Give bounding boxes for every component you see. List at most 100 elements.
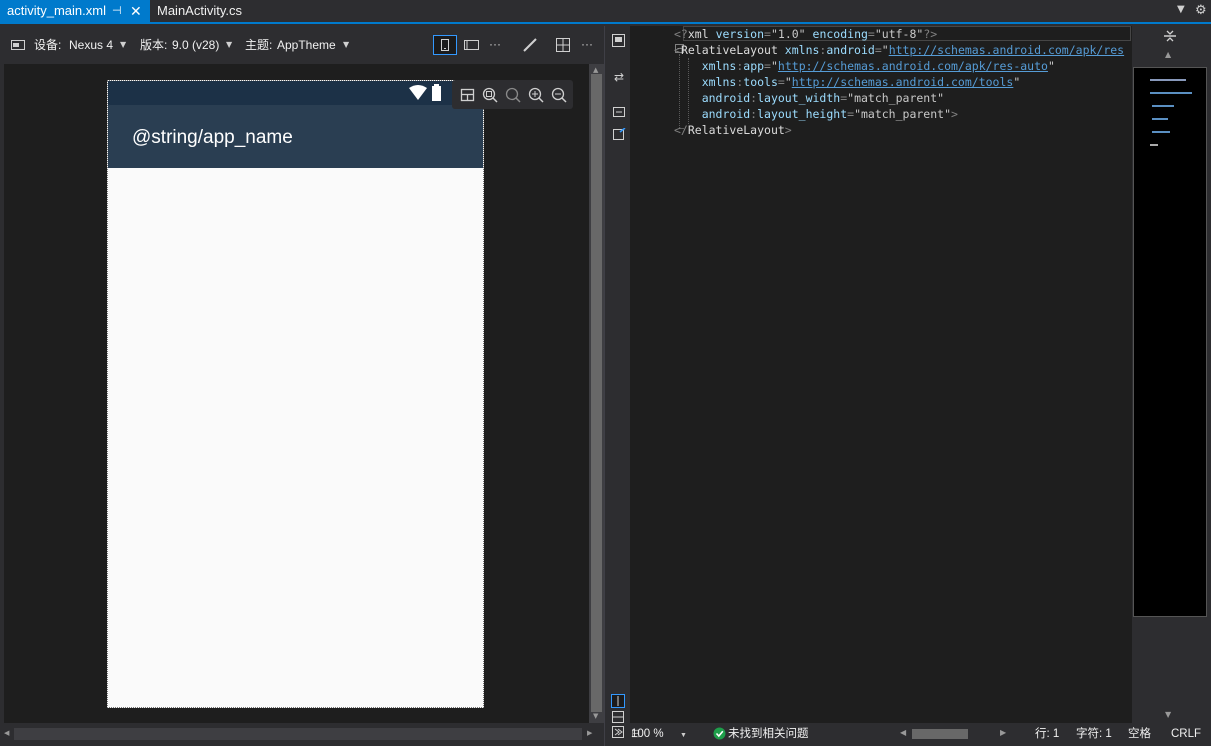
chevron-down-icon[interactable]: ▼ [120, 40, 126, 49]
code-line[interactable]: android:layout_width="match_parent" [674, 90, 1134, 106]
code-minimap[interactable] [1133, 67, 1207, 617]
code-token: "utf-8" [874, 27, 924, 41]
theme-select[interactable]: AppTheme [277, 38, 336, 52]
designer-vertical-scrollbar[interactable]: ▲ ▼ [589, 64, 604, 723]
code-token: "match_parent" [847, 91, 945, 105]
zoom-level-select[interactable]: 100 % [630, 727, 686, 741]
code-token: = [867, 27, 875, 41]
chevron-down-icon[interactable]: ▼ [680, 729, 687, 743]
code-line[interactable]: xmlns:app="http://schemas.android.com/ap… [674, 58, 1134, 74]
theme-label: 主题: [245, 38, 273, 52]
code-token: " [770, 59, 778, 73]
zoom-out-icon[interactable] [550, 86, 568, 104]
code-link[interactable]: http://schemas.android.com/apk/res [889, 43, 1124, 57]
check-circle-icon [713, 727, 726, 740]
close-icon[interactable]: ✕ [130, 0, 142, 22]
code-token: " [1013, 75, 1021, 89]
gear-icon[interactable]: ⚙ [1195, 3, 1207, 18]
pin-icon[interactable]: ⊣ [112, 0, 122, 22]
code-line[interactable]: xmlns:tools="http://schemas.android.com/… [674, 74, 1134, 90]
code-line[interactable]: </RelativeLayout> [674, 122, 1134, 138]
device-icon [11, 40, 25, 50]
split-editor-icon[interactable] [1163, 29, 1177, 43]
designer-horizontal-scrollbar[interactable]: ◀ ▶ [0, 723, 604, 746]
designer-toolbar: 设备: Nexus 4 ▼ 版本: 9.0 (v28) ▼ 主题: AppThe… [0, 26, 604, 64]
zoom-in-icon[interactable] [527, 86, 545, 104]
grid-icon[interactable] [556, 38, 570, 52]
char-number[interactable]: 字符: 1 [1076, 727, 1112, 741]
code-token: layout_width [757, 91, 841, 105]
scrollbar-thumb[interactable] [14, 728, 582, 740]
line-ending[interactable]: CRLF [1171, 727, 1201, 741]
minimap-line [1152, 105, 1174, 107]
scroll-left-icon[interactable]: ◀ [4, 729, 9, 737]
code-token: RelativeLayout [687, 123, 785, 137]
battery-icon [432, 84, 441, 101]
more-options-icon[interactable]: ··· [489, 37, 501, 51]
version-select[interactable]: 9.0 (v28) [172, 38, 219, 52]
issues-status[interactable]: 未找到相关问题 [728, 727, 809, 741]
scroll-right-icon[interactable]: ▶ [587, 729, 592, 737]
xml-code-editor[interactable]: − <?xml version="1.0" encoding="utf-8"?>… [630, 26, 1132, 723]
minimap-line [1152, 131, 1170, 133]
tab-list-dropdown-icon[interactable]: ▼ [1177, 4, 1185, 15]
minimap-line [1150, 92, 1192, 94]
scrollbar-thumb[interactable] [912, 729, 968, 739]
scroll-down-icon[interactable]: ▼ [1165, 710, 1171, 719]
code-line[interactable]: android:layout_height="match_parent"> [674, 106, 1134, 122]
layout-icon[interactable] [459, 86, 477, 104]
swap-panes-icon[interactable]: ⇄ [612, 70, 626, 84]
device-preview[interactable]: @string/app_name [107, 80, 484, 708]
scroll-down-icon[interactable]: ▼ [593, 712, 598, 720]
app-title: @string/app_name [132, 127, 293, 148]
zoom-fit-icon[interactable] [481, 86, 499, 104]
code-token: app [743, 59, 765, 73]
chevron-down-icon[interactable]: ▼ [343, 40, 349, 49]
code-line[interactable]: <?xml version="1.0" encoding="utf-8"?> [674, 26, 1134, 42]
zoom-actual-icon[interactable] [504, 86, 522, 104]
editor-horizontal-scrollbar[interactable]: ◀ ▶ [900, 728, 1006, 740]
code-link[interactable]: http://schemas.android.com/apk/res-auto [778, 59, 1048, 73]
editor-vertical-scrollbar[interactable]: ▲ ▼ [1132, 26, 1211, 723]
scroll-up-icon[interactable]: ▲ [593, 66, 598, 74]
design-view-icon[interactable] [612, 34, 625, 47]
more-options-icon[interactable]: ··· [581, 37, 593, 51]
code-link[interactable]: http://schemas.android.com/tools [792, 75, 1014, 89]
scroll-left-icon[interactable]: ◀ [900, 728, 906, 737]
document-outline-icon[interactable] [613, 128, 626, 140]
chevron-down-icon[interactable]: ▼ [226, 40, 232, 49]
code-token: encoding [812, 27, 868, 41]
editor-status-bar: ⊟ 100 % ▼ 未找到相关问题 ◀ ▶ 行: 1 字符: 1 空格 CRLF [630, 723, 1211, 746]
code-token: xmlns [784, 43, 820, 57]
tab-mainactivity-cs[interactable]: MainActivity.cs [150, 0, 260, 22]
device-select[interactable]: Nexus 4 [69, 38, 113, 52]
scroll-right-icon[interactable]: ▶ [1000, 728, 1006, 737]
source-view-icon[interactable] [613, 107, 625, 117]
code-token: tools [743, 75, 778, 89]
vertical-split-icon[interactable] [611, 694, 625, 708]
code-token: = [777, 75, 785, 89]
brush-icon[interactable] [522, 37, 538, 53]
code-token: " [881, 43, 889, 57]
line-number[interactable]: 行: 1 [1035, 727, 1059, 741]
scroll-up-icon[interactable]: ▲ [1165, 50, 1171, 59]
code-token: = [764, 27, 771, 41]
portrait-orientation-button[interactable] [433, 35, 457, 55]
landscape-icon[interactable] [464, 40, 480, 50]
tab-activity-main-xml[interactable]: activity_main.xml ⊣ ✕ [0, 0, 150, 22]
code-token: </ [674, 123, 688, 137]
horizontal-split-icon[interactable] [612, 711, 624, 723]
collapse-pane-icon[interactable] [612, 726, 624, 738]
code-token: = [764, 59, 771, 73]
code-line[interactable]: <RelativeLayout xmlns:android="http://sc… [674, 42, 1134, 58]
code-text[interactable]: <?xml version="1.0" encoding="utf-8"?> <R… [674, 26, 1134, 138]
code-token: " [1047, 59, 1055, 73]
code-token: = [874, 43, 882, 57]
code-token: ?> [923, 27, 938, 41]
device-label: 设备: [34, 38, 62, 52]
minimap-line [1152, 118, 1168, 120]
code-token: > [951, 107, 958, 121]
scrollbar-thumb[interactable] [591, 74, 602, 712]
whitespace-mode[interactable]: 空格 [1128, 727, 1151, 741]
